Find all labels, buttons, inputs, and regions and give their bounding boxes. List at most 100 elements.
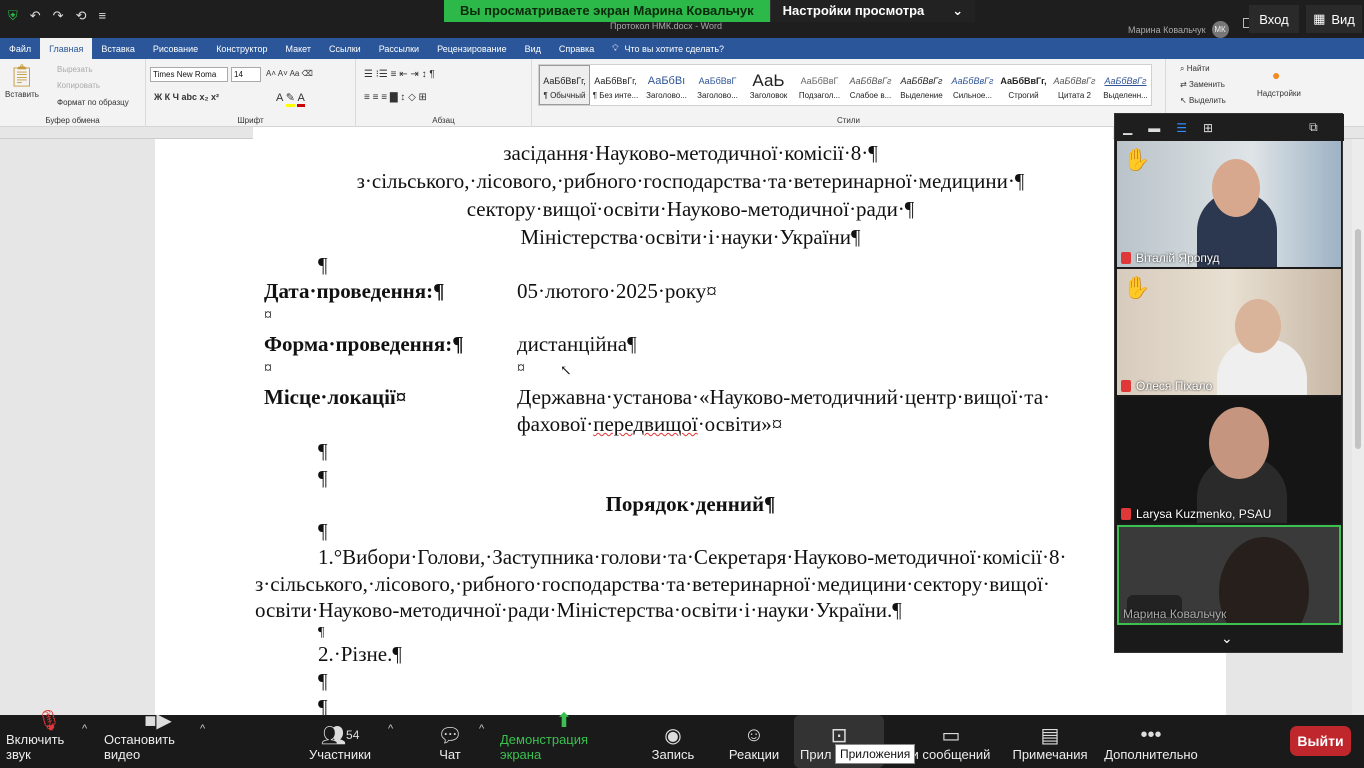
participant-tile[interactable]: ✋ Віталій Яропуд — [1117, 141, 1341, 267]
screen-share-banner: Вы просматриваете экран Марина Ковальчук… — [444, 0, 976, 22]
style-subtle-emphasis[interactable]: АаБбВвГг Слабое в... — [845, 65, 896, 105]
replace-button[interactable]: ⇄ Заменить — [1180, 80, 1225, 89]
word-user[interactable]: Марина Ковальчук МК — [1128, 21, 1229, 38]
cut-button[interactable]: Вырезать — [57, 65, 93, 74]
participant-tile-active-speaker[interactable]: Марина Ковальчук — [1117, 525, 1341, 625]
customize-icon[interactable]: ≡ — [98, 8, 106, 24]
addins-button[interactable]: Надстройки — [1257, 89, 1301, 98]
redo-icon[interactable]: ↷ — [53, 8, 64, 24]
view-settings-label: Настройки просмотра — [782, 3, 925, 18]
participant-name: Марина Ковальчук — [1123, 607, 1226, 621]
find-button[interactable]: ⌕ Найти — [1180, 64, 1210, 74]
addins-icon[interactable]: ● — [1272, 67, 1280, 83]
style-normal[interactable]: АаБбВвГг, ¶ Обычный — [539, 65, 590, 105]
style-no-spacing[interactable]: АаБбВвГг, ¶ Без инте... — [590, 65, 641, 105]
style-heading-2[interactable]: АаБбВвГ Заголово... — [692, 65, 743, 105]
search-icon: ⌕ — [1180, 64, 1185, 73]
font-size-select[interactable]: 14 — [231, 67, 261, 82]
strip-view-icon[interactable]: ☰ — [1176, 121, 1187, 135]
chat-options-icon[interactable]: ^ — [479, 723, 484, 735]
paragraph-mark: ¶ — [318, 466, 328, 490]
enter-button[interactable]: Вход — [1249, 5, 1299, 33]
raised-hand-icon: ✋ — [1123, 147, 1151, 172]
record-button[interactable]: ◉ Запись — [648, 715, 698, 768]
style-preview: АаЬ — [752, 70, 785, 90]
style-title[interactable]: АаЬ Заголовок — [743, 65, 794, 105]
tab-references[interactable]: Ссылки — [320, 38, 370, 59]
paste-icon[interactable]: 📋︎ — [8, 63, 36, 89]
minimize-icon[interactable]: ▁ — [1123, 121, 1132, 135]
unmute-button[interactable]: 🎙︎ Включить звук — [6, 710, 92, 768]
format-buttons[interactable]: Ж К Ч abc x₂ x² — [154, 92, 219, 102]
copy-button[interactable]: Копировать — [57, 81, 100, 90]
style-label: ¶ Обычный — [543, 90, 586, 100]
messages-icon: ▭ — [941, 724, 961, 747]
tell-me-search[interactable]: 💡︎ Что вы хотите сделать? — [603, 38, 733, 59]
document-page[interactable]: засідання·Науково-методичної·комісії·8·¶… — [155, 139, 1226, 715]
style-label: Заголово... — [697, 90, 738, 100]
style-quote-2[interactable]: АаБбВвГг Цитата 2 — [1049, 65, 1100, 105]
grow-font-icon[interactable]: A˄ A˅ Aa ⌫ — [266, 69, 313, 78]
style-intense-emphasis[interactable]: АаБбВвГг Сильное... — [947, 65, 998, 105]
tab-home[interactable]: Главная — [40, 38, 93, 59]
view-settings-button[interactable]: Настройки просмотра ⌄ — [769, 0, 976, 22]
list-icons[interactable]: ☰ ⁝☰ ≡ ⇤ ⇥ ↕ ¶ — [364, 69, 435, 80]
tab-layout[interactable]: Макет — [277, 38, 320, 59]
text-color-icons[interactable]: A ✎ A — [276, 91, 305, 107]
participant-name-label: Марина Ковальчук — [1123, 607, 1227, 621]
participant-tile[interactable]: ✋ Олеся Піхало — [1117, 269, 1341, 395]
tab-draw[interactable]: Рисование — [144, 38, 207, 59]
chevron-down-icon[interactable]: ⌄ — [1221, 630, 1233, 647]
date-label: Дата·проведення:¶ — [264, 279, 445, 303]
tab-review[interactable]: Рецензирование — [428, 38, 516, 59]
messages-button[interactable]: ▭ и сообщений — [906, 715, 996, 768]
notes-button[interactable]: ▤ Примечания — [1012, 715, 1088, 768]
tab-view[interactable]: Вид — [516, 38, 550, 59]
align-icons[interactable]: ≡ ≡ ≡ ▇ ↕ ◇ ⊞ — [364, 92, 427, 103]
stop-video-button[interactable]: ■▶ Остановить видео — [104, 710, 212, 768]
participants-button[interactable]: 👥︎ 54 Участники — [306, 715, 374, 768]
font-name-select[interactable]: Times New Roma — [150, 67, 228, 82]
tab-help[interactable]: Справка — [550, 38, 603, 59]
view-button[interactable]: ▦ Вид — [1306, 5, 1362, 33]
reactions-button[interactable]: ☺ Реакции — [726, 715, 782, 768]
chat-icon: 💬︎ — [437, 724, 463, 747]
style-heading-1[interactable]: АаБбВı Заголово... — [641, 65, 692, 105]
leave-meeting-button[interactable]: Выйти — [1290, 726, 1351, 756]
replace-icon: ⇄ — [1180, 80, 1187, 89]
find-label: Найти — [1186, 64, 1210, 73]
participants-options-icon[interactable]: ^ — [388, 723, 393, 735]
chat-button[interactable]: 💬︎ Чат — [430, 715, 470, 768]
format-painter-button[interactable]: Формат по образцу — [57, 98, 129, 107]
participant-face — [1209, 407, 1269, 479]
gallery-view-icon[interactable]: ⊞ — [1203, 121, 1213, 135]
style-preview: АаБбВвГг — [1104, 75, 1147, 86]
paragraph-mark: ¶ — [318, 625, 325, 640]
repeat-icon[interactable]: ⟲ — [76, 8, 87, 24]
share-screen-button[interactable]: ⬆ Демонстрация экрана — [500, 710, 628, 768]
tab-design[interactable]: Конструктор — [207, 38, 276, 59]
style-strong[interactable]: АаБбВвГг, Строгий — [998, 65, 1049, 105]
audio-options-icon[interactable]: ^ — [82, 723, 87, 735]
style-label: Выделенн... — [1103, 90, 1148, 100]
undo-icon[interactable]: ↶ — [30, 8, 41, 24]
speaker-view-icon[interactable]: ▬ — [1148, 121, 1160, 135]
vertical-ruler[interactable] — [0, 139, 14, 715]
scrollbar-thumb[interactable] — [1355, 229, 1361, 449]
style-subtitle[interactable]: АаБбВвГ Подзагол... — [794, 65, 845, 105]
spelling-error-word[interactable]: передвищої — [593, 412, 697, 436]
exit-minimized-icon[interactable]: ⧉ — [1309, 120, 1318, 135]
agenda-title: Порядок·денний¶ — [605, 492, 776, 516]
participant-tile[interactable]: Larysa Kuzmenko, PSAU — [1117, 397, 1341, 523]
video-options-icon[interactable]: ^ — [200, 723, 205, 735]
tab-file[interactable]: Файл — [0, 38, 40, 59]
style-intense-quote[interactable]: АаБбВвГг Выделенн... — [1100, 65, 1151, 105]
more-button[interactable]: ••• Дополнительно — [1104, 715, 1198, 768]
tab-mailings[interactable]: Рассылки — [370, 38, 428, 59]
select-button[interactable]: ↖ Выделить — [1180, 96, 1226, 105]
agenda-item-1-line-2: з·сільського,·лісового,·рибного·господар… — [255, 572, 1050, 596]
style-emphasis[interactable]: АаБбВвГг Выделение — [896, 65, 947, 105]
vertical-scrollbar[interactable] — [1352, 139, 1364, 715]
tab-insert[interactable]: Вставка — [92, 38, 143, 59]
paste-button[interactable]: Вставить — [5, 90, 39, 99]
